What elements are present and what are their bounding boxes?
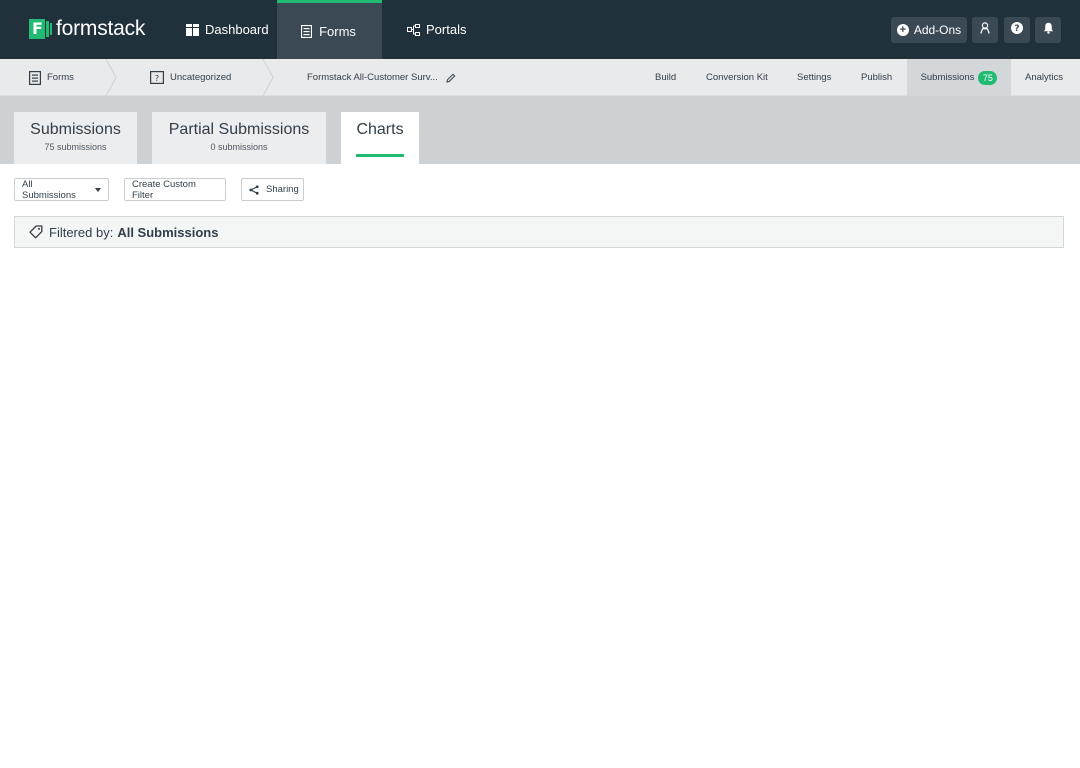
nav-dashboard[interactable]: Dashboard xyxy=(185,0,269,59)
share-icon xyxy=(249,184,259,195)
nav-dashboard-label: Dashboard xyxy=(205,22,269,37)
nav-portals[interactable]: Portals xyxy=(406,0,466,59)
breadcrumb-separator-icon xyxy=(262,59,274,96)
tab-analytics-label: Analytics xyxy=(1025,72,1064,83)
tab-build-label: Build xyxy=(655,72,677,83)
form-subnav: Forms ? Uncategorized Formstack All-Cust… xyxy=(0,59,1080,96)
view-tab-submissions[interactable]: Submissions 75 submissions xyxy=(14,112,137,164)
tab-settings-label: Settings xyxy=(797,72,832,83)
portals-icon xyxy=(406,23,420,37)
tab-submissions[interactable]: Submissions 75 xyxy=(907,59,1011,96)
add-ons-button[interactable]: + Add-Ons xyxy=(891,17,967,43)
view-tab-partial-submissions[interactable]: Partial Submissions 0 submissions xyxy=(152,112,326,164)
edit-pencil-icon[interactable] xyxy=(446,73,456,83)
folder-icon: ? xyxy=(150,71,164,84)
filter-value: All Submissions xyxy=(117,224,219,240)
help-button[interactable]: ? xyxy=(1004,17,1030,43)
brand-name: formstack xyxy=(56,17,146,40)
svg-text:?: ? xyxy=(1014,24,1019,34)
submissions-filter-select-value: All Submissions xyxy=(22,178,76,201)
help-icon: ? xyxy=(1011,21,1023,39)
breadcrumb-forms-label: Forms xyxy=(47,72,74,83)
tag-icon xyxy=(29,225,43,239)
svg-text:?: ? xyxy=(155,74,159,83)
sharing-button[interactable]: Sharing xyxy=(241,178,304,201)
view-tab-charts[interactable]: Charts xyxy=(341,112,419,164)
view-tab-submissions-title: Submissions xyxy=(30,121,121,138)
tab-settings[interactable]: Settings xyxy=(797,59,831,96)
plus-circle-icon: + xyxy=(896,24,909,36)
bell-icon xyxy=(1043,21,1054,39)
breadcrumb-form-name-label: Formstack All-Customer Surv... xyxy=(307,72,438,83)
forms-icon xyxy=(299,24,313,38)
breadcrumb-uncategorized-label: Uncategorized xyxy=(170,72,232,83)
user-account-button[interactable] xyxy=(972,17,998,43)
sharing-label: Sharing xyxy=(266,184,299,195)
active-filter-bar: Filtered by: All Submissions xyxy=(14,216,1064,248)
view-tab-partial-title: Partial Submissions xyxy=(168,121,310,138)
nav-portals-label: Portals xyxy=(426,22,467,37)
tab-analytics[interactable]: Analytics xyxy=(1025,59,1063,96)
create-custom-filter-button[interactable]: Create Custom Filter xyxy=(124,178,226,201)
notifications-button[interactable] xyxy=(1035,17,1061,43)
breadcrumb-form-name[interactable]: Formstack All-Customer Surv... xyxy=(307,59,456,96)
formstack-logo-mark-icon: F xyxy=(29,19,52,39)
filter-prefix: Filtered by: xyxy=(49,224,114,240)
add-ons-label: Add-Ons xyxy=(913,23,962,37)
tab-publish[interactable]: Publish xyxy=(861,59,892,96)
breadcrumb-uncategorized[interactable]: ? Uncategorized xyxy=(150,59,231,96)
formstack-logo[interactable]: F formstack xyxy=(29,17,145,41)
top-navbar: F formstack Dashboard Forms Portals + Ad… xyxy=(0,0,1080,59)
view-tab-charts-title: Charts xyxy=(356,121,404,138)
tab-publish-label: Publish xyxy=(861,72,893,83)
nav-forms[interactable]: Forms xyxy=(277,0,382,59)
caret-down-icon xyxy=(95,187,101,192)
tab-conversion-kit[interactable]: Conversion Kit xyxy=(706,59,768,96)
submissions-count-badge: 75 xyxy=(978,70,998,85)
submission-view-tabs: Submissions 75 submissions Partial Submi… xyxy=(0,96,1080,164)
nav-forms-label: Forms xyxy=(319,23,356,39)
tab-submissions-label: Submissions xyxy=(920,72,975,83)
breadcrumb-separator-icon xyxy=(105,59,117,96)
view-tab-submissions-count: 75 submissions xyxy=(44,142,107,152)
user-icon xyxy=(980,21,990,39)
dashboard-icon xyxy=(185,23,199,37)
breadcrumb-forms[interactable]: Forms xyxy=(29,59,74,96)
create-custom-filter-label: Create Custom Filter xyxy=(132,178,196,201)
form-doc-icon xyxy=(29,70,41,85)
tab-build[interactable]: Build xyxy=(655,59,676,96)
submissions-filter-select[interactable]: All Submissions xyxy=(14,178,109,201)
tab-conversion-kit-label: Conversion Kit xyxy=(706,72,768,83)
active-tab-indicator xyxy=(356,154,404,157)
view-tab-partial-count: 0 submissions xyxy=(210,142,268,152)
